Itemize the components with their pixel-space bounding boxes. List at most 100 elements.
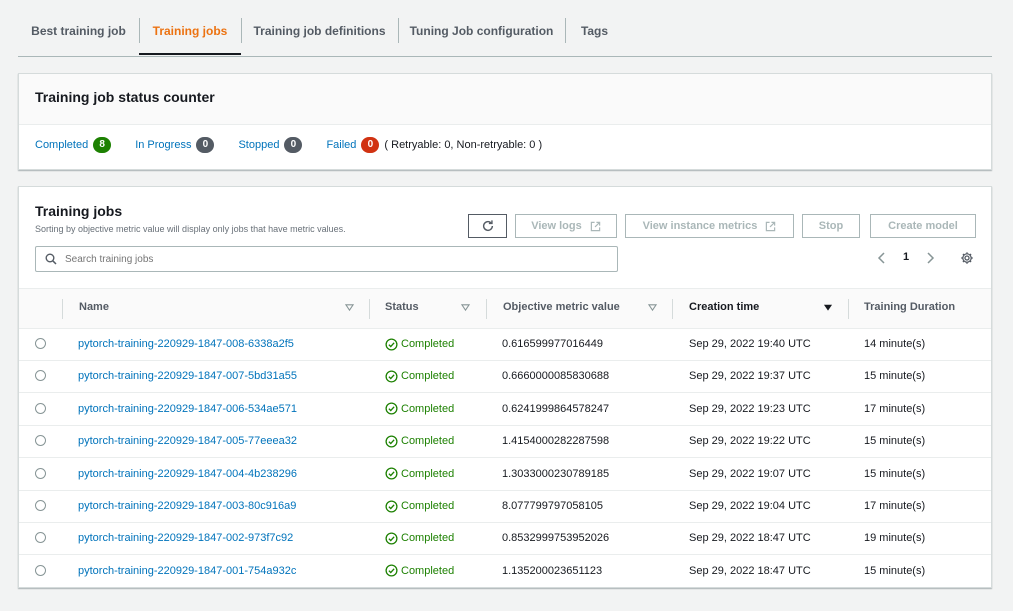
failed-count-badge: 0 — [361, 137, 380, 153]
refresh-icon — [482, 220, 493, 232]
row-select-radio[interactable] — [35, 564, 46, 576]
table-row[interactable]: pytorch-training-220929-1847-007-5bd31a5… — [19, 360, 991, 394]
column-header-status[interactable]: Status — [385, 289, 419, 328]
sort-icon[interactable] — [345, 303, 354, 312]
training-jobs-panel: Training jobs Sorting by objective metri… — [18, 186, 992, 588]
column-header-training-duration[interactable]: Training Duration — [864, 289, 955, 328]
stopped-link[interactable]: Stopped — [238, 139, 279, 151]
table-row[interactable]: pytorch-training-220929-1847-008-6338a2f… — [19, 328, 991, 361]
column-header-objective-metric[interactable]: Objective metric value — [503, 289, 620, 328]
in-progress-link[interactable]: In Progress — [135, 139, 191, 151]
job-name-link[interactable]: pytorch-training-220929-1847-003-80c916a… — [78, 490, 296, 522]
tab-best-training-job[interactable]: Best training job — [18, 18, 139, 55]
table-row[interactable]: pytorch-training-220929-1847-001-754a932… — [19, 555, 991, 587]
table-row[interactable]: pytorch-training-220929-1847-006-534ae57… — [19, 393, 991, 426]
status-text: Completed — [401, 500, 455, 512]
tab-training-job-definitions[interactable]: Training job definitions — [241, 18, 398, 55]
status-text: Completed — [401, 402, 455, 415]
creation-time: Sep 29, 2022 19:22 UTC — [689, 435, 811, 448]
status-text: Completed — [401, 532, 455, 545]
sort-descending-icon[interactable] — [823, 303, 833, 312]
column-header-name[interactable]: Name — [79, 289, 109, 328]
tab-tuning-job-configuration[interactable]: Tuning Job configuration — [398, 18, 565, 55]
job-name-link[interactable]: pytorch-training-220929-1847-006-534ae57… — [78, 393, 297, 425]
column-header-creation-time[interactable]: Creation time — [689, 289, 759, 328]
failed-link[interactable]: Failed — [326, 139, 356, 151]
status-counters: Completed 8 In Progress 0 Stopped 0 Fail… — [35, 137, 566, 153]
row-select-radio[interactable] — [35, 435, 46, 447]
tab-bar: Best training job Training jobs Training… — [18, 18, 992, 57]
column-divider — [369, 299, 370, 319]
creation-time: Sep 29, 2022 19:07 UTC — [689, 467, 811, 480]
job-name-link[interactable]: pytorch-training-220929-1847-001-754a932… — [78, 555, 296, 587]
row-select-radio[interactable] — [35, 532, 46, 544]
success-check-icon — [385, 499, 398, 513]
job-name-link[interactable]: pytorch-training-220929-1847-005-77eeea3… — [78, 425, 297, 457]
next-page-icon[interactable] — [925, 252, 935, 264]
previous-page-icon[interactable] — [877, 252, 887, 264]
objective-metric-value: 0.8532999753952026 — [502, 532, 610, 545]
sort-icon[interactable] — [461, 303, 470, 312]
row-select-radio[interactable] — [35, 467, 46, 479]
view-instance-metrics-button[interactable]: View instance metrics — [625, 214, 794, 238]
column-divider — [848, 299, 849, 319]
row-select-radio[interactable] — [35, 402, 46, 414]
in-progress-count-badge: 0 — [196, 137, 215, 153]
status-counter-title: Training job status counter — [19, 74, 991, 125]
objective-metric-value: 1.4154000282287598 — [502, 435, 610, 448]
table-row[interactable]: pytorch-training-220929-1847-004-4b23829… — [19, 458, 991, 491]
creation-time: Sep 29, 2022 19:23 UTC — [689, 402, 811, 415]
table-row[interactable]: pytorch-training-220929-1847-003-80c916a… — [19, 490, 991, 523]
column-divider — [672, 299, 673, 319]
training-duration: 15 minute(s) — [864, 435, 926, 448]
objective-metric-value: 1.3033000230789185 — [502, 467, 610, 480]
completed-link[interactable]: Completed — [35, 139, 88, 151]
tab-tags[interactable]: Tags — [565, 18, 624, 55]
status-cell: Completed — [385, 328, 454, 360]
training-duration: 14 minute(s) — [864, 338, 926, 350]
refresh-button[interactable] — [468, 214, 507, 238]
view-logs-button[interactable]: View logs — [515, 214, 617, 238]
external-link-icon — [590, 221, 601, 231]
create-model-button[interactable]: Create model — [870, 214, 976, 238]
success-check-icon — [385, 532, 398, 545]
job-name-link[interactable]: pytorch-training-220929-1847-008-6338a2f… — [78, 328, 294, 360]
retry-summary: ( Retryable: 0, Non-retryable: 0 ) — [384, 139, 543, 151]
creation-time: Sep 29, 2022 18:47 UTC — [689, 564, 811, 577]
status-cell: Completed — [385, 490, 454, 522]
status-text: Completed — [401, 370, 455, 383]
row-select-radio[interactable] — [35, 370, 46, 382]
status-text: Completed — [401, 467, 455, 480]
status-cell: Completed — [385, 425, 454, 457]
creation-time: Sep 29, 2022 19:04 UTC — [689, 500, 811, 512]
job-name-link[interactable]: pytorch-training-220929-1847-004-4b23829… — [78, 458, 297, 490]
training-duration: 15 minute(s) — [864, 564, 926, 577]
view-logs-label: View logs — [531, 220, 582, 232]
status-text: Completed — [401, 435, 455, 448]
success-check-icon — [385, 402, 398, 415]
training-jobs-title: Training jobs — [35, 203, 123, 219]
page-number[interactable]: 1 — [903, 251, 909, 263]
status-counter-panel: Training job status counter Completed 8 … — [18, 73, 992, 170]
table-row[interactable]: pytorch-training-220929-1847-002-973f7c9… — [19, 522, 991, 556]
counter-in-progress: In Progress 0 — [135, 137, 215, 153]
search-input[interactable] — [63, 252, 607, 266]
table-row[interactable]: pytorch-training-220929-1847-005-77eeea3… — [19, 425, 991, 459]
objective-metric-value: 8.077799797058105 — [502, 500, 603, 512]
row-select-radio[interactable] — [35, 338, 46, 349]
settings-gear-icon[interactable] — [960, 251, 974, 265]
job-name-link[interactable]: pytorch-training-220929-1847-002-973f7c9… — [78, 522, 293, 554]
status-cell: Completed — [385, 458, 454, 490]
status-cell: Completed — [385, 522, 454, 554]
training-duration: 17 minute(s) — [864, 402, 926, 415]
stop-button[interactable]: Stop — [802, 214, 860, 238]
status-text: Completed — [401, 564, 455, 577]
sort-icon[interactable] — [648, 303, 657, 312]
creation-time: Sep 29, 2022 19:37 UTC — [689, 370, 811, 383]
job-name-link[interactable]: pytorch-training-220929-1847-007-5bd31a5… — [78, 360, 297, 392]
tab-training-jobs[interactable]: Training jobs — [139, 18, 241, 55]
table-header: Name Status Objective metric value Creat… — [19, 288, 991, 329]
counter-stopped: Stopped 0 — [238, 137, 303, 153]
search-icon — [45, 253, 57, 265]
row-select-radio[interactable] — [35, 500, 46, 511]
